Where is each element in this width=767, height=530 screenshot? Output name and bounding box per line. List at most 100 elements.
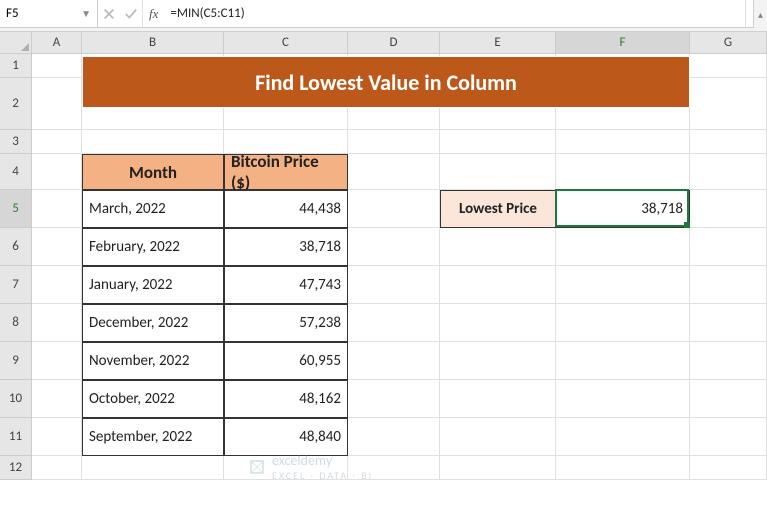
cell[interactable] — [556, 304, 690, 342]
table-cell-month[interactable]: March, 2022 — [82, 190, 224, 228]
cell[interactable] — [32, 418, 82, 456]
cell[interactable] — [690, 456, 767, 480]
cell[interactable] — [690, 54, 767, 78]
table-header-price[interactable]: Bitcoin Price ($) — [224, 154, 348, 190]
fx-label[interactable]: fx — [143, 0, 164, 27]
cell[interactable] — [556, 130, 690, 154]
cell[interactable] — [690, 304, 767, 342]
cell[interactable] — [348, 190, 440, 228]
cell[interactable] — [348, 342, 440, 380]
cell[interactable] — [440, 380, 556, 418]
col-header-B[interactable]: B — [82, 32, 224, 53]
row-header-8[interactable]: 8 — [0, 304, 32, 342]
cell[interactable] — [556, 154, 690, 190]
cell[interactable] — [82, 456, 224, 480]
cell[interactable] — [32, 228, 82, 266]
row-header-9[interactable]: 9 — [0, 342, 32, 380]
cell[interactable] — [556, 380, 690, 418]
row-header-6[interactable]: 6 — [0, 228, 32, 266]
table-header-month[interactable]: Month — [82, 154, 224, 190]
cell[interactable] — [440, 154, 556, 190]
cell[interactable] — [440, 342, 556, 380]
col-header-E[interactable]: E — [440, 32, 556, 53]
cell[interactable] — [440, 130, 556, 154]
cell[interactable] — [440, 456, 556, 480]
scrollbar-up-icon[interactable]: ▴ — [753, 0, 767, 28]
cell[interactable] — [32, 190, 82, 228]
table-cell-month[interactable]: September, 2022 — [82, 418, 224, 456]
row-header-2[interactable]: 2 — [0, 78, 32, 130]
cell[interactable] — [348, 154, 440, 190]
table-cell-price[interactable]: 47,743 — [224, 266, 348, 304]
watermark-icon — [248, 458, 266, 476]
name-box[interactable]: F5 ▼ — [0, 0, 98, 27]
row-header-1[interactable]: 1 — [0, 54, 32, 78]
cell[interactable] — [690, 418, 767, 456]
cell[interactable] — [32, 54, 82, 78]
cell[interactable] — [32, 456, 82, 480]
cell[interactable] — [690, 190, 767, 228]
row-header-5[interactable]: 5 — [0, 190, 32, 228]
cell[interactable] — [440, 418, 556, 456]
cell[interactable] — [32, 130, 82, 154]
cell[interactable] — [690, 78, 767, 130]
cell[interactable] — [32, 78, 82, 130]
cell[interactable] — [556, 418, 690, 456]
row-header-7[interactable]: 7 — [0, 266, 32, 304]
cell[interactable] — [440, 266, 556, 304]
table-cell-price[interactable]: 60,955 — [224, 342, 348, 380]
cell[interactable] — [82, 130, 224, 154]
cell[interactable] — [348, 228, 440, 266]
cell[interactable] — [32, 266, 82, 304]
row-header-11[interactable]: 11 — [0, 418, 32, 456]
col-header-G[interactable]: G — [690, 32, 767, 53]
cell[interactable] — [690, 228, 767, 266]
col-header-C[interactable]: C — [224, 32, 348, 53]
table-cell-month[interactable]: October, 2022 — [82, 380, 224, 418]
cell[interactable] — [556, 342, 690, 380]
table-cell-price[interactable]: 57,238 — [224, 304, 348, 342]
cell[interactable] — [440, 304, 556, 342]
cell[interactable] — [690, 342, 767, 380]
lowest-price-value[interactable]: 38,718 — [556, 190, 690, 228]
cancel-icon[interactable] — [102, 7, 116, 21]
cell[interactable] — [348, 304, 440, 342]
col-header-A[interactable]: A — [32, 32, 82, 53]
lowest-price-label[interactable]: Lowest Price — [440, 190, 556, 228]
table-cell-month[interactable]: November, 2022 — [82, 342, 224, 380]
table-cell-month[interactable]: February, 2022 — [82, 228, 224, 266]
col-header-F[interactable]: F — [556, 32, 690, 53]
table-cell-price[interactable]: 48,162 — [224, 380, 348, 418]
select-all-button[interactable] — [0, 32, 32, 53]
formula-input[interactable]: =MIN(C5:C11) — [164, 0, 745, 27]
cell[interactable] — [556, 266, 690, 304]
cell[interactable] — [348, 380, 440, 418]
name-box-dropdown-icon[interactable]: ▼ — [81, 7, 91, 20]
cell[interactable] — [32, 304, 82, 342]
cell[interactable] — [32, 380, 82, 418]
row-header-3[interactable]: 3 — [0, 130, 32, 154]
cell[interactable] — [32, 154, 82, 190]
col-header-D[interactable]: D — [348, 32, 440, 53]
table-cell-price[interactable]: 48,840 — [224, 418, 348, 456]
cell[interactable] — [348, 130, 440, 154]
cell[interactable] — [348, 418, 440, 456]
cell[interactable] — [556, 456, 690, 480]
cell[interactable] — [32, 342, 82, 380]
cell[interactable] — [348, 266, 440, 304]
cell[interactable] — [690, 130, 767, 154]
row-header-4[interactable]: 4 — [0, 154, 32, 190]
cell[interactable] — [690, 380, 767, 418]
cell[interactable] — [690, 266, 767, 304]
table-cell-month[interactable]: January, 2022 — [82, 266, 224, 304]
cell[interactable] — [440, 228, 556, 266]
table-cell-price[interactable]: 38,718 — [224, 228, 348, 266]
table-cell-price[interactable]: 44,438 — [224, 190, 348, 228]
page-title: Find Lowest Value in Column — [82, 56, 690, 108]
cell[interactable] — [690, 154, 767, 190]
table-cell-month[interactable]: December, 2022 — [82, 304, 224, 342]
row-header-12[interactable]: 12 — [0, 456, 32, 480]
confirm-icon[interactable] — [124, 7, 138, 21]
cell[interactable] — [556, 228, 690, 266]
row-header-10[interactable]: 10 — [0, 380, 32, 418]
